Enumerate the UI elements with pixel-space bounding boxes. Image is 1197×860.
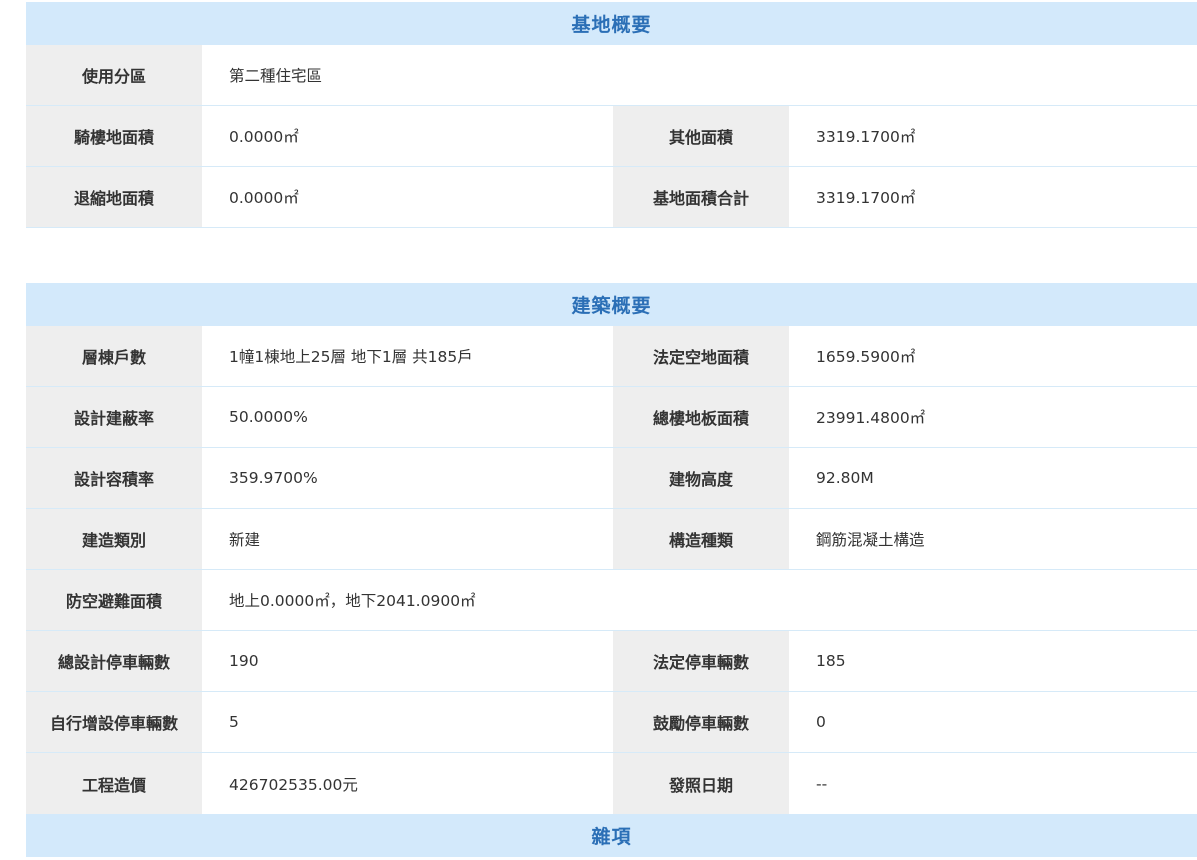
- height-value: 92.80M: [789, 448, 1197, 508]
- build-type-value: 新建: [202, 509, 613, 569]
- permit-date-value: --: [789, 753, 1197, 814]
- permit-date-label: 發照日期: [613, 753, 789, 814]
- incentive-parking-label: 鼓勵停車輛數: [613, 692, 789, 752]
- floors-units-label: 層棟戶數: [26, 326, 202, 386]
- structure-label: 構造種類: [613, 509, 789, 569]
- open-space-value: 1659.5900㎡: [789, 326, 1197, 386]
- incentive-parking-value: 0: [789, 692, 1197, 752]
- total-site-area-label: 基地面積合計: [613, 167, 789, 227]
- other-area-label: 其他面積: [613, 106, 789, 166]
- site-summary-header: 基地概要: [26, 2, 1197, 45]
- table-row: 退縮地面積 0.0000㎡ 基地面積合計 3319.1700㎡: [26, 167, 1197, 228]
- table-row: 騎樓地面積 0.0000㎡ 其他面積 3319.1700㎡: [26, 106, 1197, 167]
- misc-header: 雜項: [26, 814, 1197, 857]
- table-row: 使用分區 第二種住宅區: [26, 45, 1197, 106]
- other-area-value: 3319.1700㎡: [789, 106, 1197, 166]
- floor-area-label: 總樓地板面積: [613, 387, 789, 447]
- far-value: 359.9700%: [202, 448, 613, 508]
- cost-value: 426702535.00元: [202, 753, 613, 814]
- zoning-label: 使用分區: [26, 45, 202, 105]
- legal-parking-label: 法定停車輛數: [613, 631, 789, 691]
- legal-parking-value: 185: [789, 631, 1197, 691]
- building-summary-panel: 建築概要 層棟戶數 1幢1棟地上25層 地下1層 共185戶 法定空地面積 16…: [26, 283, 1197, 857]
- total-site-area-value: 3319.1700㎡: [789, 167, 1197, 227]
- table-row: 建造類別 新建 構造種類 鋼筋混凝土構造: [26, 509, 1197, 570]
- open-space-label: 法定空地面積: [613, 326, 789, 386]
- table-row: 工程造價 426702535.00元 發照日期 --: [26, 753, 1197, 814]
- added-parking-label: 自行增設停車輛數: [26, 692, 202, 752]
- setback-area-label: 退縮地面積: [26, 167, 202, 227]
- far-label: 設計容積率: [26, 448, 202, 508]
- table-row: 總設計停車輛數 190 法定停車輛數 185: [26, 631, 1197, 692]
- building-summary-header: 建築概要: [26, 283, 1197, 326]
- coverage-value: 50.0000%: [202, 387, 613, 447]
- zoning-value: 第二種住宅區: [202, 45, 1197, 105]
- shelter-value: 地上0.0000㎡，地下2041.0900㎡: [202, 570, 1197, 630]
- arcade-area-label: 騎樓地面積: [26, 106, 202, 166]
- site-summary-panel: 基地概要 使用分區 第二種住宅區 騎樓地面積 0.0000㎡ 其他面積 3319…: [26, 2, 1197, 228]
- shelter-label: 防空避難面積: [26, 570, 202, 630]
- table-row: 自行增設停車輛數 5 鼓勵停車輛數 0: [26, 692, 1197, 753]
- total-parking-label: 總設計停車輛數: [26, 631, 202, 691]
- floors-units-value: 1幢1棟地上25層 地下1層 共185戶: [202, 326, 613, 386]
- structure-value: 鋼筋混凝土構造: [789, 509, 1197, 569]
- cost-label: 工程造價: [26, 753, 202, 814]
- floor-area-value: 23991.4800㎡: [789, 387, 1197, 447]
- table-row: 設計建蔽率 50.0000% 總樓地板面積 23991.4800㎡: [26, 387, 1197, 448]
- table-row: 防空避難面積 地上0.0000㎡，地下2041.0900㎡: [26, 570, 1197, 631]
- arcade-area-value: 0.0000㎡: [202, 106, 613, 166]
- table-row: 層棟戶數 1幢1棟地上25層 地下1層 共185戶 法定空地面積 1659.59…: [26, 326, 1197, 387]
- total-parking-value: 190: [202, 631, 613, 691]
- height-label: 建物高度: [613, 448, 789, 508]
- coverage-label: 設計建蔽率: [26, 387, 202, 447]
- build-type-label: 建造類別: [26, 509, 202, 569]
- setback-area-value: 0.0000㎡: [202, 167, 613, 227]
- added-parking-value: 5: [202, 692, 613, 752]
- table-row: 設計容積率 359.9700% 建物高度 92.80M: [26, 448, 1197, 509]
